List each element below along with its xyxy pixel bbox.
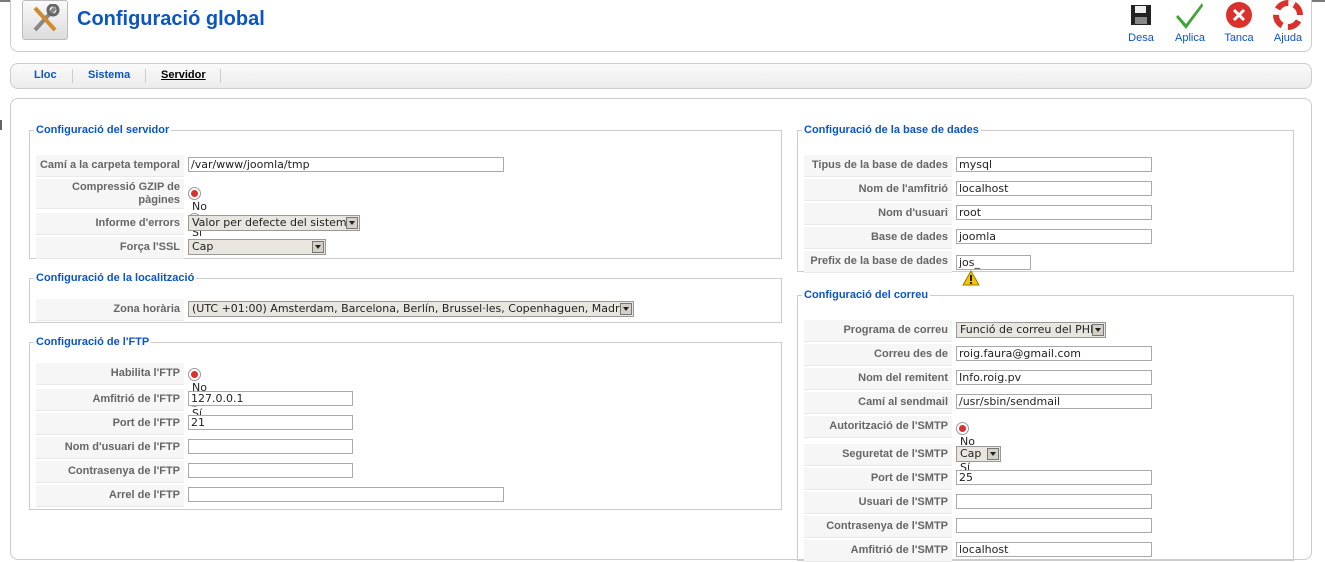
timezone-label: Zona horària	[36, 299, 184, 321]
checkmark-icon	[1176, 3, 1203, 29]
ftp-root-label: Arrel de l'FTP	[36, 485, 184, 507]
timezone-select[interactable]: (UTC +01:00) Amsterdam, Barcelona, Berlí…	[188, 301, 634, 317]
server-settings-fieldset: Configuració del servidor Camí a la carp…	[29, 124, 782, 259]
db-type-input[interactable]: mysql	[956, 157, 1152, 172]
force-ssl-select[interactable]: Cap	[188, 239, 326, 255]
server-settings-legend: Configuració del servidor	[36, 124, 170, 136]
gzip-no-label: No	[192, 200, 207, 213]
db-prefix-label: Prefix de la base de dades	[804, 251, 952, 273]
ftp-settings-legend: Configuració de l'FTP	[36, 336, 150, 348]
ftp-pass-label: Contrasenya de l'FTP	[36, 461, 184, 483]
ftp-port-input[interactable]: 21	[188, 415, 353, 430]
database-settings-legend: Configuració de la base de dades	[804, 124, 979, 136]
tab-site[interactable]: Lloc	[34, 69, 57, 81]
warning-icon	[962, 269, 980, 286]
mailer-value: Funció de correu del PHP	[960, 323, 1097, 336]
locale-settings-fieldset: Configuració de la localització Zona hor…	[29, 272, 782, 323]
ftp-user-input[interactable]	[188, 439, 353, 454]
db-host-label: Nom de l'amfitrió	[804, 179, 952, 201]
submenu-tabs: Lloc Sistema Servidor	[10, 63, 1312, 89]
smtp-pass-label: Contrasenya de l'SMTP	[804, 516, 952, 538]
sendmail-input[interactable]: /usr/sbin/sendmail	[956, 394, 1152, 409]
error-report-select[interactable]: Valor per defecte del sistema	[188, 215, 360, 231]
smtp-auth-no-radio[interactable]	[956, 422, 969, 435]
smtp-port-input[interactable]: 25	[956, 470, 1152, 485]
mail-from-label: Correu des de	[804, 344, 952, 366]
timezone-value: (UTC +01:00) Amsterdam, Barcelona, Berlí…	[192, 302, 634, 315]
close-icon	[1226, 2, 1252, 28]
ftp-root-input[interactable]	[188, 487, 504, 502]
ftp-port-label: Port de l'FTP	[36, 413, 184, 435]
chevron-down-icon	[312, 241, 324, 253]
smtp-pass-input[interactable]	[956, 518, 1152, 533]
smtp-secure-select[interactable]: Cap	[956, 446, 1001, 462]
ftp-host-label: Amfitrió de l'FTP	[36, 389, 184, 411]
db-prefix-input[interactable]: jos_	[956, 255, 1031, 270]
db-name-input[interactable]: joomla	[956, 229, 1152, 244]
lifebuoy-icon	[1273, 0, 1303, 30]
ftp-host-input[interactable]: 127.0.0.1	[188, 391, 353, 406]
edge-mark	[0, 120, 2, 130]
save-label: Desa	[1128, 32, 1154, 44]
mail-settings-fieldset: Configuració del correu Programa de corr…	[797, 289, 1294, 562]
mail-settings-legend: Configuració del correu	[804, 289, 929, 301]
gzip-no-radio[interactable]	[188, 187, 201, 200]
db-host-input[interactable]: localhost	[956, 181, 1152, 196]
smtp-auth-label: Autorització de l'SMTP	[804, 416, 952, 438]
db-user-label: Nom d'usuari	[804, 203, 952, 225]
chevron-down-icon	[620, 303, 632, 315]
help-button[interactable]: Ajuda	[1263, 0, 1313, 44]
force-ssl-value: Cap	[192, 240, 214, 253]
apply-button[interactable]: Aplica	[1165, 0, 1215, 44]
page-title: Configuració global	[77, 8, 265, 30]
tab-server[interactable]: Servidor	[161, 69, 206, 81]
tab-system[interactable]: Sistema	[88, 69, 130, 81]
close-button[interactable]: Tanca	[1214, 0, 1264, 44]
db-type-label: Tipus de la base de dades	[804, 155, 952, 177]
ftp-no-radio[interactable]	[188, 368, 201, 381]
db-name-label: Base de dades	[804, 227, 952, 249]
help-label: Ajuda	[1273, 32, 1303, 44]
gzip-label: Compressió GZIP de pàgines	[36, 179, 184, 209]
locale-settings-legend: Configuració de la localització	[36, 272, 195, 284]
from-name-label: Nom del remitent	[804, 368, 952, 390]
from-name-input[interactable]: Info.roig.pv	[956, 370, 1152, 385]
tab-separator	[220, 69, 221, 83]
smtp-user-label: Usuari de l'SMTP	[804, 492, 952, 514]
sendmail-label: Camí al sendmail	[804, 392, 952, 414]
ftp-enable-label: Habilita l'FTP	[36, 363, 184, 385]
mailer-label: Programa de correu	[804, 320, 952, 342]
force-ssl-label: Força l'SSL	[36, 237, 184, 259]
smtp-user-input[interactable]	[956, 494, 1152, 509]
mail-from-input[interactable]: roig.faura@gmail.com	[956, 346, 1152, 361]
smtp-port-label: Port de l'SMTP	[804, 468, 952, 490]
mailer-select[interactable]: Funció de correu del PHP	[956, 322, 1106, 338]
chevron-down-icon	[346, 217, 358, 229]
smtp-host-input[interactable]: localhost	[956, 542, 1152, 557]
tab-separator	[72, 69, 73, 83]
close-label: Tanca	[1224, 32, 1254, 44]
error-report-value: Valor per defecte del sistema	[192, 216, 354, 229]
config-tools-icon	[22, 0, 68, 40]
error-report-label: Informe d'errors	[36, 213, 184, 235]
db-user-input[interactable]: root	[956, 205, 1152, 220]
ftp-settings-fieldset: Configuració de l'FTP Habilita l'FTP No …	[29, 336, 782, 510]
save-button[interactable]: Desa	[1116, 0, 1166, 44]
temp-path-label: Camí a la carpeta temporal	[36, 155, 184, 177]
apply-label: Aplica	[1175, 32, 1205, 44]
ftp-user-label: Nom d'usuari de l'FTP	[36, 437, 184, 459]
chevron-down-icon	[1092, 324, 1104, 336]
floppy-disk-icon	[1131, 5, 1151, 25]
tab-separator	[145, 69, 146, 83]
temp-path-input[interactable]: /var/www/joomla/tmp	[188, 157, 504, 172]
smtp-secure-value: Cap	[960, 447, 982, 460]
database-settings-fieldset: Configuració de la base de dades Tipus d…	[797, 124, 1294, 286]
chevron-down-icon	[987, 448, 999, 460]
smtp-host-label: Amfitrió de l'SMTP	[804, 540, 952, 562]
ftp-pass-input[interactable]	[188, 463, 353, 478]
smtp-secure-label: Seguretat de l'SMTP	[804, 444, 952, 466]
